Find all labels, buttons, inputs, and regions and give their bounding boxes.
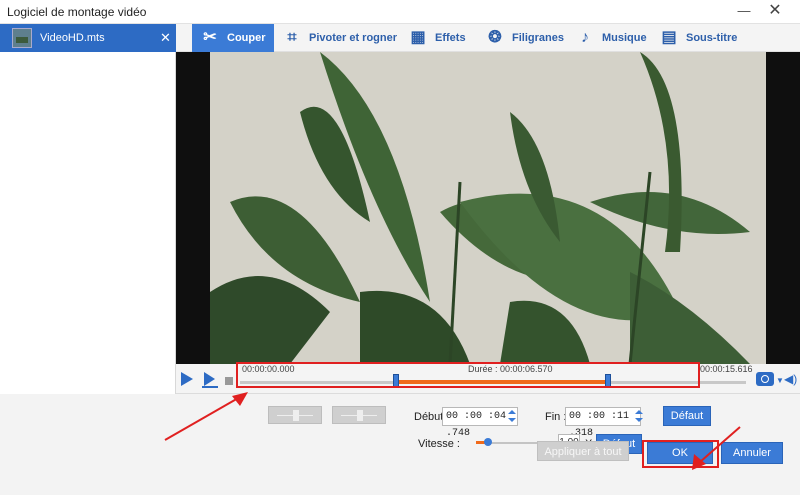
file-list-panel: VideoHD.mts ✕ [0, 24, 176, 394]
play-icon[interactable] [181, 372, 193, 386]
file-name: VideoHD.mts [40, 32, 105, 44]
apply-all-button[interactable]: Appliquer à tout [537, 441, 629, 461]
fin-spinner[interactable] [634, 407, 644, 426]
tab-label: Musique [602, 32, 647, 44]
tab-label: Couper [227, 32, 266, 44]
volume-icon[interactable]: ◀) [784, 372, 797, 386]
music-note-icon: ♪ [581, 29, 589, 46]
debut-label: Début [414, 411, 444, 423]
crop-icon: ⌗ [287, 29, 297, 46]
defaut-time-button[interactable]: Défaut [663, 406, 711, 426]
stop-icon[interactable] [225, 377, 233, 385]
speed-slider-knob[interactable] [484, 438, 492, 446]
debut-spinner[interactable] [507, 407, 517, 426]
tab-musique[interactable]: ♪ Musique [573, 24, 647, 52]
file-item[interactable]: VideoHD.mts ✕ [0, 24, 176, 52]
snapshot-camera-icon[interactable] [756, 372, 774, 386]
title-bar: Logiciel de montage vidéo — ✕ [0, 0, 800, 24]
tab-label: Sous-titre [686, 32, 738, 44]
edit-tabs: ✂ Couper ⌗ Pivoter et rogner ▦ Effets ❂ … [176, 24, 800, 52]
subtitle-icon: ▤ [661, 29, 677, 46]
playback-controls: 00:00:00.000 Durée : 00:00:06.570 00:00:… [176, 362, 800, 394]
timeline-end-time: 00:00:15.616 [700, 364, 753, 374]
split-left-icon[interactable] [268, 406, 322, 424]
scissors-icon: ✂ [203, 29, 217, 46]
tab-filigranes[interactable]: ❂ Filigranes [483, 24, 565, 52]
split-right-icon[interactable] [332, 406, 386, 424]
close-button[interactable]: ✕ [762, 2, 788, 22]
video-thumbnail-icon [12, 28, 32, 48]
annotation-highlight-timeline [236, 362, 700, 388]
trim-settings-panel: Début 00 :00 :04 .748 Fin : 00 :00 :11 .… [0, 394, 800, 495]
window-title: Logiciel de montage vidéo [7, 5, 147, 19]
remove-file-button[interactable]: ✕ [160, 30, 171, 46]
tab-label: Pivoter et rogner [309, 32, 398, 44]
vitesse-label: Vitesse : [418, 438, 460, 450]
minimize-button[interactable]: — [733, 3, 755, 21]
cancel-button[interactable]: Annuler [721, 442, 783, 464]
effects-icon: ▦ [410, 29, 426, 46]
video-preview [176, 52, 800, 364]
chevron-down-icon[interactable]: ▼ [776, 376, 784, 385]
tab-sous-titre[interactable]: ▤ Sous-titre [657, 24, 747, 52]
tab-effets[interactable]: ▦ Effets [406, 24, 472, 52]
tab-couper[interactable]: ✂ Couper [192, 24, 274, 52]
tab-pivoter-rogner[interactable]: ⌗ Pivoter et rogner [280, 24, 400, 52]
video-frame-image [210, 52, 766, 364]
play-segment-icon[interactable] [201, 370, 219, 388]
tab-label: Effets [435, 32, 466, 44]
annotation-highlight-ok [642, 440, 719, 468]
tab-label: Filigranes [512, 32, 564, 44]
fin-label: Fin : [545, 411, 567, 423]
fin-time-input[interactable]: 00 :00 :11 .318 [565, 407, 641, 439]
watermark-icon: ❂ [488, 29, 502, 46]
